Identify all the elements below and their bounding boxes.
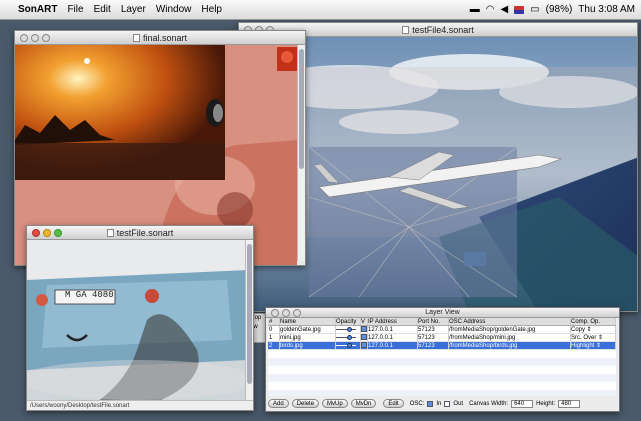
osc-in-label: In (436, 400, 442, 407)
opacity-slider[interactable] (336, 326, 361, 333)
visible-checkbox[interactable] (361, 342, 368, 349)
menu-extras: ▬ ◠ ◀ ▭ (98%) Thu 3:08 AM (470, 4, 641, 15)
comp-op-select[interactable]: Copy ⇕ (571, 326, 616, 333)
opacity-slider[interactable] (336, 334, 361, 341)
height-label: Height: (536, 400, 556, 407)
menu-layer[interactable]: Layer (121, 4, 146, 15)
row-ip[interactable]: 127.0.0.1 (368, 342, 418, 349)
menu-window[interactable]: Window (156, 4, 192, 15)
volume-icon[interactable]: ◀ (500, 4, 508, 15)
height-field[interactable]: 480 (558, 399, 581, 408)
title-bar[interactable]: testFile.sonart (27, 226, 253, 240)
opacity-knob[interactable] (347, 326, 353, 332)
row-port[interactable]: 57123 (418, 326, 449, 333)
zoom-button[interactable] (293, 309, 301, 317)
move-up-button[interactable]: MvUp (322, 399, 348, 408)
col-ip[interactable]: IP Address (368, 318, 418, 325)
osc-label: OSC: (409, 400, 425, 407)
opacity-slider[interactable] (336, 342, 361, 349)
row-ip[interactable]: 127.0.0.1 (368, 326, 418, 333)
battery-icon[interactable]: ▭ (530, 4, 539, 15)
row-osc[interactable]: /fromMediaShop/birds.jpg (449, 342, 571, 349)
osc-in-checkbox[interactable] (427, 400, 434, 407)
table-row[interactable]: 0 goldenGate.jpg 127.0.0.1 57123 /fromMe… (268, 326, 616, 334)
minimize-button[interactable] (43, 229, 51, 237)
osc-out-checkbox[interactable] (444, 400, 451, 407)
col-opacity[interactable]: Opacity (336, 318, 361, 325)
wifi-icon[interactable]: ◠ (486, 4, 495, 15)
layer-view-panel[interactable]: Layer View # Name Opacity V IP Address P… (265, 307, 620, 412)
row-num: 2 (268, 342, 280, 349)
close-button[interactable] (20, 34, 28, 42)
flag-icon[interactable] (514, 5, 525, 14)
row-name[interactable]: birds.jpg (280, 342, 336, 349)
move-down-button[interactable]: MvDn (350, 399, 377, 408)
title-bar[interactable]: final.sonart (15, 31, 305, 45)
battery-percent: (98%) (545, 4, 573, 15)
layer-table-header: # Name Opacity V IP Address Port No. OSC… (268, 318, 616, 326)
col-num[interactable]: # (268, 318, 280, 325)
window-title: testFile4.sonart (412, 25, 474, 35)
row-num: 1 (268, 334, 280, 341)
col-visible[interactable]: V (361, 318, 368, 325)
col-comp[interactable]: Comp. Op. (571, 318, 616, 325)
opacity-knob[interactable] (347, 342, 353, 348)
edit-button[interactable]: Edit (383, 399, 404, 408)
vertical-scrollbar[interactable] (245, 240, 253, 400)
document-icon (132, 34, 140, 42)
vertical-scrollbar[interactable] (297, 45, 305, 261)
comp-op-select[interactable]: Highlight ⇕ (571, 342, 616, 349)
row-num: 0 (268, 326, 280, 333)
window-title: final.sonart (142, 33, 188, 43)
col-port[interactable]: Port No. (418, 318, 449, 325)
col-osc[interactable]: OSC Address (449, 318, 571, 325)
close-button[interactable] (32, 229, 40, 237)
minimize-button[interactable] (282, 309, 290, 317)
composite-image (27, 240, 245, 400)
visible-checkbox[interactable] (361, 326, 368, 333)
canvas-width-field[interactable]: 640 (511, 399, 534, 408)
menu-edit[interactable]: Edit (94, 4, 111, 15)
menu-file[interactable]: File (67, 4, 83, 15)
document-icon (402, 26, 410, 34)
layer-controls: Add Delete MvUp MvDn Edit OSC: In Out Ca… (268, 397, 618, 410)
app-menu[interactable]: SonART (18, 4, 57, 15)
display-icon[interactable]: ▬ (470, 4, 480, 15)
col-name[interactable]: Name (280, 318, 336, 325)
status-path: /Users/woony/Desktop/testFile.sonart (27, 400, 253, 410)
row-osc[interactable]: /fromMediaShop/mini.jpg (449, 334, 571, 341)
image-canvas[interactable]: M GA 4080 (27, 240, 245, 400)
window-title: testFile.sonart (116, 228, 174, 238)
table-empty-area[interactable] (268, 350, 616, 396)
scroll-thumb[interactable] (247, 244, 252, 384)
zoom-button[interactable] (42, 34, 50, 42)
visible-checkbox[interactable] (361, 334, 368, 341)
table-row-selected[interactable]: 2 birds.jpg 127.0.0.1 57123 /fromMediaSh… (268, 342, 616, 350)
panel-title: Layer View (425, 309, 460, 316)
scroll-thumb[interactable] (299, 49, 304, 169)
add-button[interactable]: Add (268, 399, 289, 408)
row-port[interactable]: 57123 (418, 342, 449, 349)
minimize-button[interactable] (31, 34, 39, 42)
opacity-knob[interactable] (347, 334, 353, 340)
canvas-width-label: Canvas Width: (469, 400, 509, 407)
menu-help[interactable]: Help (201, 4, 222, 15)
title-bar[interactable]: Layer View (266, 308, 619, 318)
close-button[interactable] (271, 309, 279, 317)
row-name[interactable]: mini.jpg (280, 334, 336, 341)
row-name[interactable]: goldenGate.jpg (280, 326, 336, 333)
zoom-button[interactable] (54, 229, 62, 237)
document-icon (106, 229, 114, 237)
plate-text: M GA 4080 (65, 290, 114, 300)
window-testfile[interactable]: testFile.sonart M GA 4080 /Users/woony/D… (26, 225, 254, 411)
delete-button[interactable]: Delete (291, 399, 320, 408)
clock[interactable]: Thu 3:08 AM (578, 4, 635, 15)
row-port[interactable]: 57123 (418, 334, 449, 341)
comp-op-select[interactable]: Src. Over ⇕ (571, 334, 616, 341)
osc-out-label: Out (453, 400, 464, 407)
row-osc[interactable]: /fromMediaShop/goldenGate.jpg (449, 326, 571, 333)
row-ip[interactable]: 127.0.0.1 (368, 334, 418, 341)
table-row[interactable]: 1 mini.jpg 127.0.0.1 57123 /fromMediaSho… (268, 334, 616, 342)
menu-bar: SonART File Edit Layer Window Help ▬ ◠ ◀… (0, 0, 641, 20)
